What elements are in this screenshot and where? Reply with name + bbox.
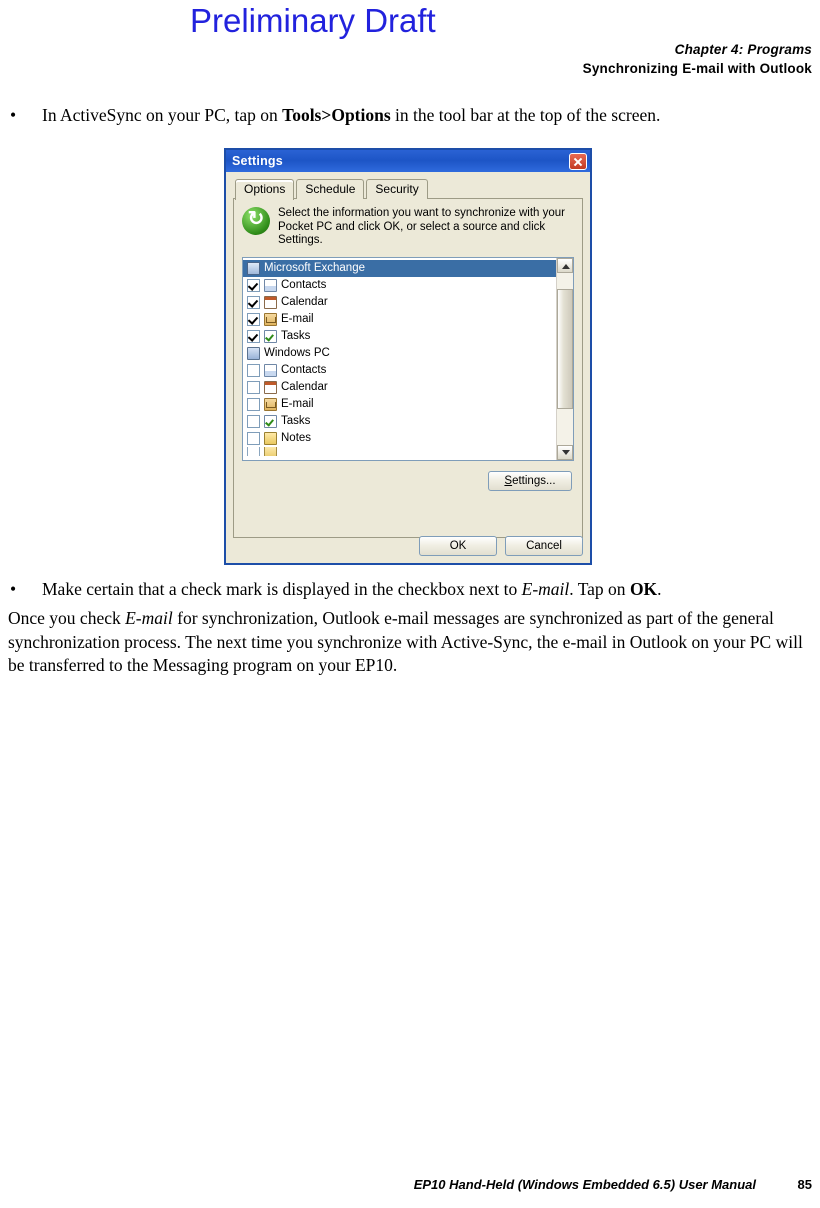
watermark-preliminary-draft: Preliminary Draft — [190, 2, 436, 39]
body-paragraph: Once you check E-mail for synchronizatio… — [8, 607, 814, 678]
bullet-item-1: • In ActiveSync on your PC, tap on Tools… — [8, 104, 814, 127]
contacts-icon — [264, 278, 277, 292]
checkbox[interactable] — [247, 414, 260, 428]
page-header: Chapter 4: Programs Synchronizing E-mail… — [583, 42, 812, 76]
tab-panel-options: Select the information you want to synch… — [233, 198, 583, 538]
scrollbar[interactable] — [556, 257, 573, 460]
sync-sources-listbox[interactable]: Microsoft Exchange Contacts Calendar E-mail… — [242, 256, 574, 461]
dialog-title-bar: Settings — [226, 150, 590, 172]
info-row: Select the information you want to synch… — [242, 206, 574, 248]
page-content: • In ActiveSync on your PC, tap on Tools… — [8, 104, 814, 133]
text-run: in the tool bar at the top of the screen… — [390, 105, 661, 125]
list-item[interactable]: Windows PC — [243, 345, 556, 362]
bullet-marker: • — [10, 105, 17, 125]
checkbox[interactable] — [247, 397, 260, 411]
dialog-tabstrip: Options Schedule Security — [235, 178, 583, 200]
checkbox[interactable] — [247, 431, 260, 445]
checkbox[interactable] — [247, 278, 260, 292]
tab-options[interactable]: Options — [235, 179, 295, 200]
calendar-icon — [264, 380, 277, 394]
checkbox[interactable] — [247, 295, 260, 309]
list-item[interactable]: Contacts — [243, 277, 556, 294]
ok-button[interactable]: OK — [419, 536, 497, 556]
exchange-icon — [247, 261, 260, 275]
tab-schedule[interactable]: Schedule — [296, 179, 365, 199]
list-item-label: Tasks — [281, 330, 311, 342]
header-chapter: Chapter 4: Programs — [674, 42, 812, 57]
scroll-up-icon[interactable] — [557, 257, 573, 273]
page-footer: EP10 Hand-Held (Windows Embedded 6.5) Us… — [0, 1177, 812, 1192]
header-subtitle: Synchronizing E-mail with Outlook — [582, 61, 812, 76]
list-item[interactable]: E-mail — [243, 396, 556, 413]
text-run: Once you check — [8, 608, 126, 628]
checkbox[interactable] — [247, 329, 260, 343]
list-item[interactable]: Contacts — [243, 362, 556, 379]
list-item-label: E-mail — [281, 398, 314, 410]
list-item-label: Calendar — [281, 381, 328, 393]
text-run: In ActiveSync on your PC, tap on — [42, 105, 283, 125]
text-run: E-mail — [125, 608, 173, 628]
list-item-label: Contacts — [281, 279, 327, 291]
contacts-icon — [264, 363, 277, 377]
bullet-marker: • — [10, 579, 17, 599]
scroll-track[interactable] — [557, 272, 573, 445]
calendar-icon — [264, 295, 277, 309]
list-item[interactable]: Tasks — [243, 413, 556, 430]
text-run: . Tap on — [569, 579, 630, 599]
close-icon[interactable] — [569, 152, 587, 170]
bullet-text-2: Make certain that a check mark is displa… — [42, 578, 814, 601]
email-icon — [264, 312, 277, 326]
info-text: Select the information you want to synch… — [278, 207, 566, 246]
list-item[interactable]: Notes — [243, 430, 556, 447]
list-item-label: Microsoft Exchange — [264, 262, 365, 274]
pc-icon — [247, 346, 260, 360]
list-item[interactable]: Calendar — [243, 379, 556, 396]
favorites-icon — [264, 446, 277, 456]
list-items: Microsoft Exchange Contacts Calendar E-mail… — [243, 258, 556, 460]
scroll-thumb[interactable] — [557, 288, 573, 409]
list-item-label: Calendar — [281, 296, 328, 308]
dialog-title: Settings — [232, 154, 283, 168]
notes-icon — [264, 431, 277, 445]
cancel-button[interactable]: Cancel — [505, 536, 583, 556]
dialog-button-row: OK Cancel — [419, 536, 583, 556]
bullet-item-2: • Make certain that a check mark is disp… — [8, 578, 814, 601]
list-item-label: E-mail — [281, 313, 314, 325]
checkbox[interactable] — [247, 312, 260, 326]
bullet-text-1: In ActiveSync on your PC, tap on Tools>O… — [42, 104, 814, 127]
email-icon — [264, 397, 277, 411]
settings-button[interactable]: Settings... — [488, 470, 572, 491]
sync-icon — [242, 206, 270, 235]
list-item-label: Notes — [281, 432, 312, 444]
checkbox[interactable] — [247, 446, 260, 456]
page-content-lower: • Make certain that a check mark is disp… — [8, 578, 814, 678]
text-run: Make certain that a check mark is displa… — [42, 579, 522, 599]
list-item-partial[interactable] — [243, 446, 556, 456]
settings-button-label: ettings... — [512, 474, 556, 487]
tasks-icon — [264, 414, 277, 428]
list-item[interactable]: Microsoft Exchange — [243, 259, 556, 277]
checkbox[interactable] — [247, 380, 260, 394]
list-item-label: Tasks — [281, 415, 311, 427]
text-run: . — [657, 579, 662, 599]
settings-button-row: Settings... — [242, 470, 574, 491]
figure-settings-dialog: Settings Options Schedule Security Selec… — [224, 148, 592, 565]
tab-security[interactable]: Security — [366, 179, 428, 199]
list-item[interactable]: Tasks — [243, 328, 556, 345]
list-item-label: Windows PC — [264, 347, 330, 359]
tasks-icon — [264, 329, 277, 343]
dialog-body: Options Schedule Security Select the inf… — [226, 172, 590, 563]
checkbox[interactable] — [247, 363, 260, 377]
text-run: E-mail — [521, 579, 570, 599]
list-item-label: Contacts — [281, 364, 327, 376]
settings-button-mnemonic: S — [504, 474, 513, 487]
text-run: Tools>Options — [282, 105, 391, 125]
scroll-down-icon[interactable] — [557, 444, 573, 460]
footer-text: EP10 Hand-Held (Windows Embedded 6.5) Us… — [413, 1177, 756, 1192]
list-item[interactable]: Calendar — [243, 294, 556, 311]
list-item[interactable]: E-mail — [243, 311, 556, 328]
page-number: 85 — [797, 1177, 812, 1192]
text-run: OK — [629, 579, 658, 599]
